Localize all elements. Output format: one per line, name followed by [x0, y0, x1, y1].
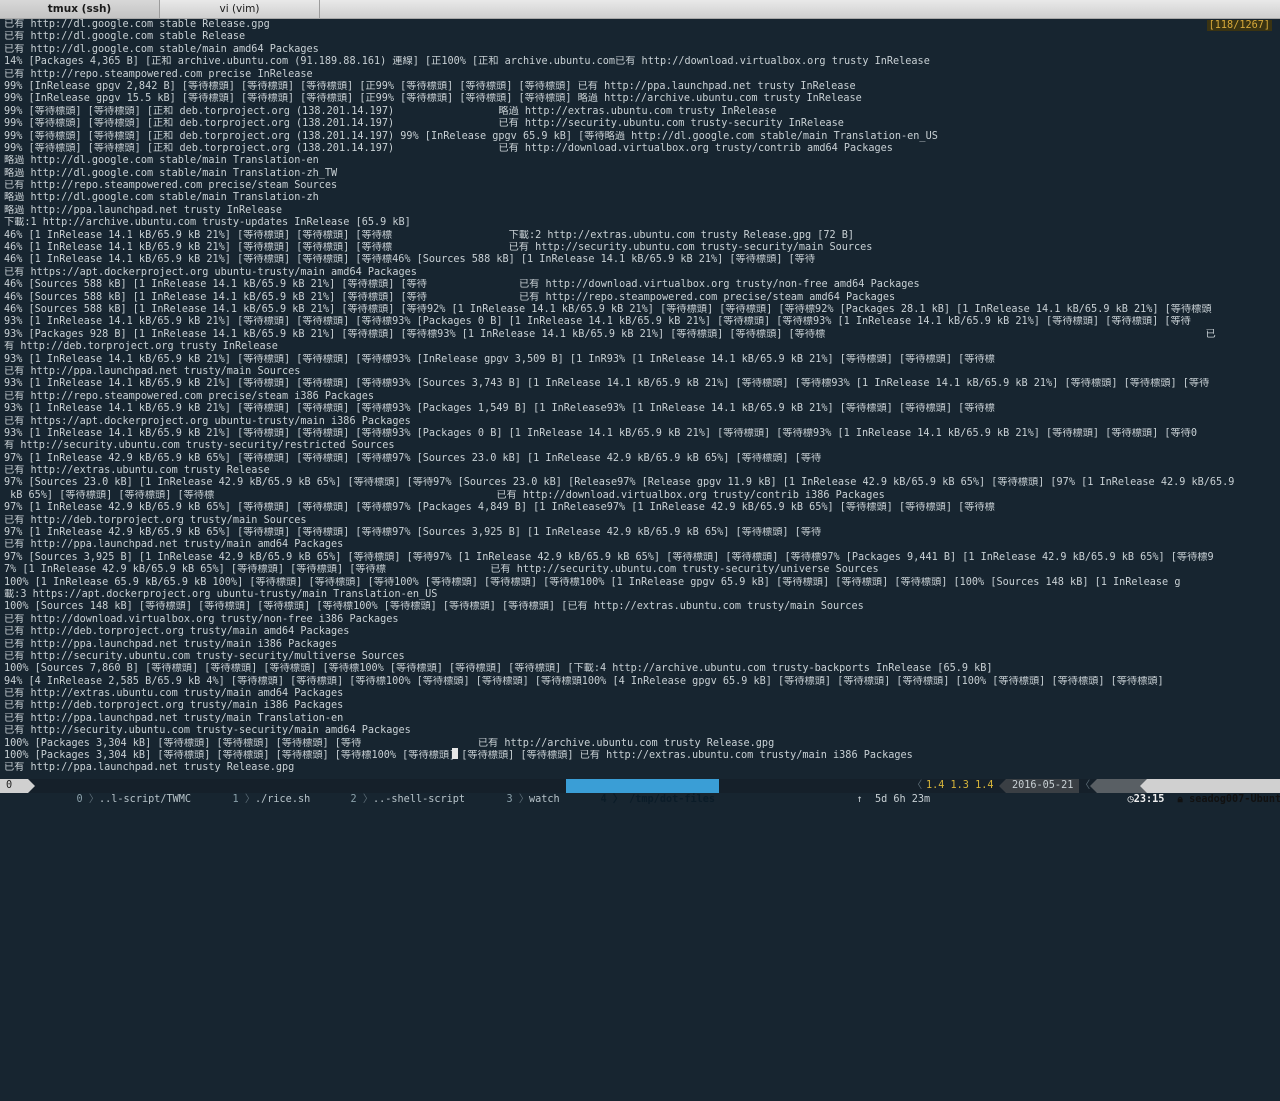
- window-0[interactable]: 0 〉..l-script/TWMC: [52, 779, 191, 805]
- terminal-line: 97% [1 InRelease 42.9 kB/65.9 kB 65%] [等…: [4, 452, 822, 464]
- terminal-lines: 已有 http://dl.google.com stable Release.g…: [0, 19, 1280, 775]
- terminal-line: 已有 http://security.ubuntu.com trusty-sec…: [4, 650, 405, 662]
- date-arrow: [999, 779, 1006, 793]
- terminal-line: 已有 http://ppa.launchpad.net trusty/main …: [4, 365, 301, 377]
- terminal-line: 46% [1 InRelease 14.1 kB/65.9 kB 21%] [等…: [4, 229, 855, 241]
- terminal-line: 已有 http://dl.google.com stable Release.g…: [4, 19, 270, 30]
- terminal-tab-bar: tmux (ssh) vi (vim): [0, 0, 1280, 19]
- terminal-line: 99% [InRelease gpgv 15.5 kB] [等待標頭] [等待標…: [4, 93, 862, 105]
- terminal-line: 已有 http://dl.google.com stable Release: [4, 31, 246, 43]
- terminal-line: 100% [Packages 3,304 kB] [等待標頭] [等待標頭] […: [4, 750, 913, 762]
- terminal-line: kB 65%] [等待標頭] [等待標頭] [等待標 已有 http://dow…: [4, 489, 885, 501]
- terminal-line: 已有 http://security.ubuntu.com trusty-sec…: [4, 725, 411, 737]
- terminal-line: 100% [1 InRelease 65.9 kB/65.9 kB 100%] …: [4, 576, 1181, 588]
- window-1[interactable]: 1 〉./rice.sh: [208, 779, 311, 805]
- terminal-line: 46% [Sources 588 kB] [1 InRelease 14.1 k…: [4, 279, 920, 291]
- terminal-line: 99% [等待標頭] [等待標頭] [正和 deb.torproject.org…: [4, 130, 938, 142]
- terminal-line: 已有 http://repo.steampowered.com precise/…: [4, 390, 374, 402]
- terminal-line: 已有 http://deb.torproject.org trusty/main…: [4, 514, 307, 526]
- terminal-line: 100% [Sources 7,860 B] [等待標頭] [等待標頭] [等待…: [4, 663, 993, 675]
- terminal-line: 已有 http://dl.google.com stable/main amd6…: [4, 43, 319, 55]
- terminal-line: 有 http://security.ubuntu.com trusty-secu…: [4, 440, 395, 452]
- terminal-line: 略過 http://dl.google.com stable/main Tran…: [4, 192, 319, 204]
- terminal-output[interactable]: [118/1267] 已有 http://dl.google.com stabl…: [0, 19, 1280, 779]
- terminal-line: 已有 http://extras.ubuntu.com trusty Relea…: [4, 465, 270, 477]
- terminal-line: 已有 https://apt.dockerproject.org ubuntu-…: [4, 266, 417, 278]
- terminal-line: 略過 http://ppa.launchpad.net trusty InRel…: [4, 204, 282, 216]
- terminal-line: 97% [Sources 23.0 kB] [1 InRelease 42.9 …: [4, 477, 1235, 489]
- terminal-line: 46% [Sources 588 kB] [1 InRelease 14.1 k…: [4, 291, 896, 303]
- terminal-line: 93% [1 InRelease 14.1 kB/65.9 kB 21%] [等…: [4, 316, 1191, 328]
- terminal-line: 93% [1 InRelease 14.1 kB/65.9 kB 21%] [等…: [4, 353, 995, 365]
- terminal-cursor: [452, 748, 458, 759]
- terminal-line: 已有 https://apt.dockerproject.org ubuntu-…: [4, 415, 411, 427]
- terminal-line: 93% [Packages 928 B] [1 InRelease 14.1 k…: [4, 328, 1216, 340]
- terminal-line: 46% [1 InRelease 14.1 kB/65.9 kB 21%] [等…: [4, 254, 816, 266]
- terminal-line: 已有 http://ppa.launchpad.net trusty/main …: [4, 539, 344, 551]
- terminal-line: 97% [1 InRelease 42.9 kB/65.9 kB 65%] [等…: [4, 502, 995, 514]
- terminal-line: 14% [Packages 4,365 B] [正和 archive.ubunt…: [4, 56, 930, 68]
- active-window-arrow: [694, 779, 701, 793]
- host-arrow: [1140, 779, 1147, 793]
- terminal-line: 46% [1 InRelease 14.1 kB/65.9 kB 21%] [等…: [4, 242, 873, 254]
- terminal-line: 已有 http://repo.steampowered.com precise …: [4, 68, 313, 80]
- terminal-line: 已有 http://download.virtualbox.org trusty…: [4, 613, 399, 625]
- terminal-line: 下載:1 http://archive.ubuntu.com trusty-up…: [4, 217, 411, 229]
- terminal-line: 46% [Sources 588 kB] [1 InRelease 14.1 k…: [4, 303, 1212, 315]
- tab-tmux[interactable]: tmux (ssh): [0, 0, 160, 18]
- terminal-line: 已有 http://ppa.launchpad.net trusty/main …: [4, 712, 344, 724]
- terminal-line: 7% [1 InRelease 42.9 kB/65.9 kB 65%] [等待…: [4, 564, 879, 576]
- terminal-line: 已有 http://extras.ubuntu.com trusty/main …: [4, 688, 344, 700]
- separator-chevron-left-icon: 〈: [1080, 780, 1091, 791]
- time-arrow: [1090, 779, 1097, 793]
- session-indicator[interactable]: 0: [0, 779, 28, 793]
- terminal-line: 93% [1 InRelease 14.1 kB/65.9 kB 21%] [等…: [4, 427, 1197, 439]
- terminal-line: 99% [等待標頭] [等待標頭] [正和 deb.torproject.org…: [4, 105, 777, 117]
- separator-chevron-left-icon: 〈: [912, 780, 923, 791]
- date-display: 2016-05-21: [1006, 779, 1080, 793]
- terminal-line: 已有 http://deb.torproject.org trusty/main…: [4, 700, 344, 712]
- tab-vim[interactable]: vi (vim): [160, 0, 320, 18]
- terminal-line: 略過 http://dl.google.com stable/main Tran…: [4, 155, 319, 167]
- terminal-line: 已有 http://deb.torproject.org trusty/main…: [4, 626, 350, 638]
- hostname-display: 🔒︎ seadog007-Ubuntu: [1147, 779, 1280, 805]
- terminal-line: 97% [1 InRelease 42.9 kB/65.9 kB 65%] [等…: [4, 527, 822, 539]
- terminal-line: 93% [1 InRelease 14.1 kB/65.9 kB 21%] [等…: [4, 378, 1210, 390]
- terminal-line: 已有 http://ppa.launchpad.net trusty Relea…: [4, 762, 295, 774]
- terminal-line: 100% [Sources 148 kB] [等待標頭] [等待標頭] [等待標…: [4, 601, 864, 613]
- terminal-line: 略過 http://dl.google.com stable/main Tran…: [4, 167, 338, 179]
- terminal-line: 已有 http://ppa.launchpad.net trusty/main …: [4, 638, 338, 650]
- terminal-line: 99% [InRelease gpgv 2,842 B] [等待標頭] [等待標…: [4, 80, 856, 92]
- load-average: 1.4 1.3 1.4: [926, 780, 994, 791]
- terminal-line: 94% [4 InRelease 2,585 B/65.9 kB 4%] [等待…: [4, 675, 1164, 687]
- terminal-line: 有 http://deb.torproject.org trusty InRel…: [4, 341, 278, 353]
- session-arrow: [28, 779, 35, 793]
- terminal-line: 97% [Sources 3,925 B] [1 InRelease 42.9 …: [4, 551, 1214, 563]
- terminal-line: 已有 http://repo.steampowered.com precise/…: [4, 180, 338, 192]
- window-3[interactable]: 3 〉watch: [482, 779, 560, 805]
- terminal-line: 93% [1 InRelease 14.1 kB/65.9 kB 21%] [等…: [4, 403, 995, 415]
- terminal-line: 99% [等待標頭] [等待標頭] [正和 deb.torproject.org…: [4, 118, 844, 130]
- tmux-status-bar: 0 0 〉..l-script/TWMC 1 〉./rice.sh 2 〉..-…: [0, 779, 1280, 805]
- terminal-line: 100% [Packages 3,304 kB] [等待標頭] [等待標頭] […: [4, 737, 775, 749]
- terminal-line: 載:3 https://apt.dockerproject.org ubuntu…: [4, 588, 438, 600]
- terminal-line: 99% [等待標頭] [等待標頭] [正和 deb.torproject.org…: [4, 142, 893, 154]
- window-2[interactable]: 2 〉..-shell-script: [326, 779, 465, 805]
